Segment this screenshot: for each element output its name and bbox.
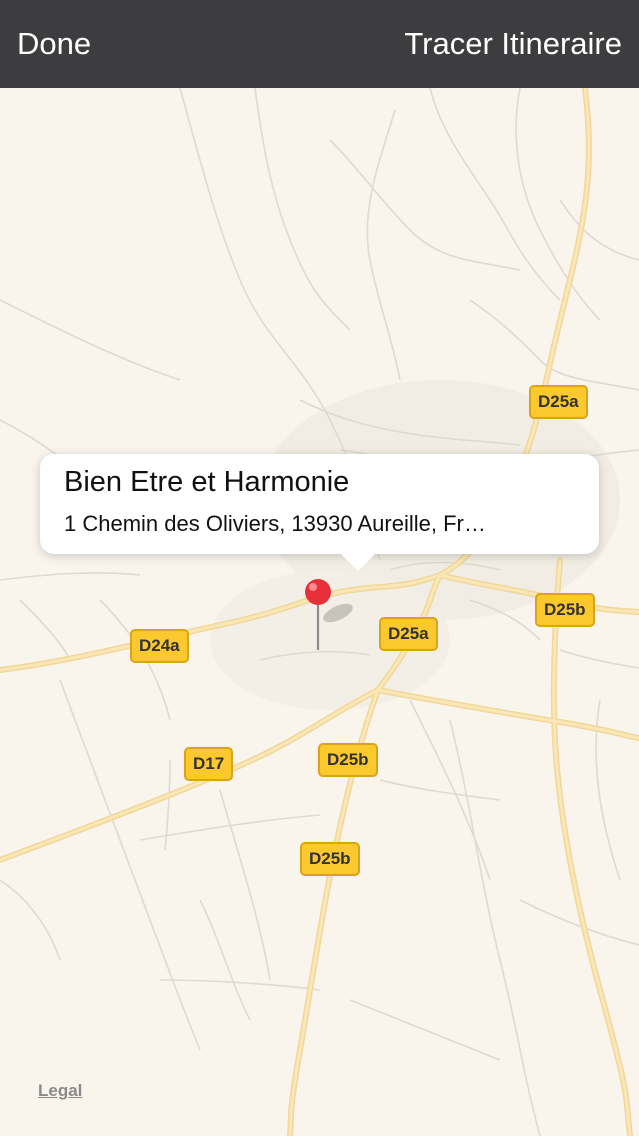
location-callout[interactable]: Bien Etre et Harmonie 1 Chemin des Olivi…	[40, 454, 599, 571]
road-label-d25b: D25b	[535, 593, 595, 627]
navigation-bar: Done Tracer Itineraire	[0, 0, 639, 88]
route-button[interactable]: Tracer Itineraire	[404, 22, 622, 66]
callout-pointer	[340, 553, 376, 571]
legal-link[interactable]: Legal	[38, 1081, 82, 1101]
road-label-d25b: D25b	[318, 743, 378, 777]
road-label-d24a: D24a	[130, 629, 189, 663]
done-button[interactable]: Done	[17, 22, 91, 66]
road-label-d25b: D25b	[300, 842, 360, 876]
road-label-d25a: D25a	[529, 385, 588, 419]
callout-title: Bien Etre et Harmonie	[64, 466, 350, 498]
map-view[interactable]: D25a D25b D25a D24a D17 D25b D25b	[0, 88, 639, 1136]
map-screen: Done Tracer Itineraire D25a D25b D25a D2…	[0, 0, 639, 1136]
callout-address: 1 Chemin des Oliviers, 13930 Aureille, F…	[64, 511, 486, 536]
road-label-d17: D17	[184, 747, 234, 781]
road-label-d25a: D25a	[379, 617, 438, 651]
